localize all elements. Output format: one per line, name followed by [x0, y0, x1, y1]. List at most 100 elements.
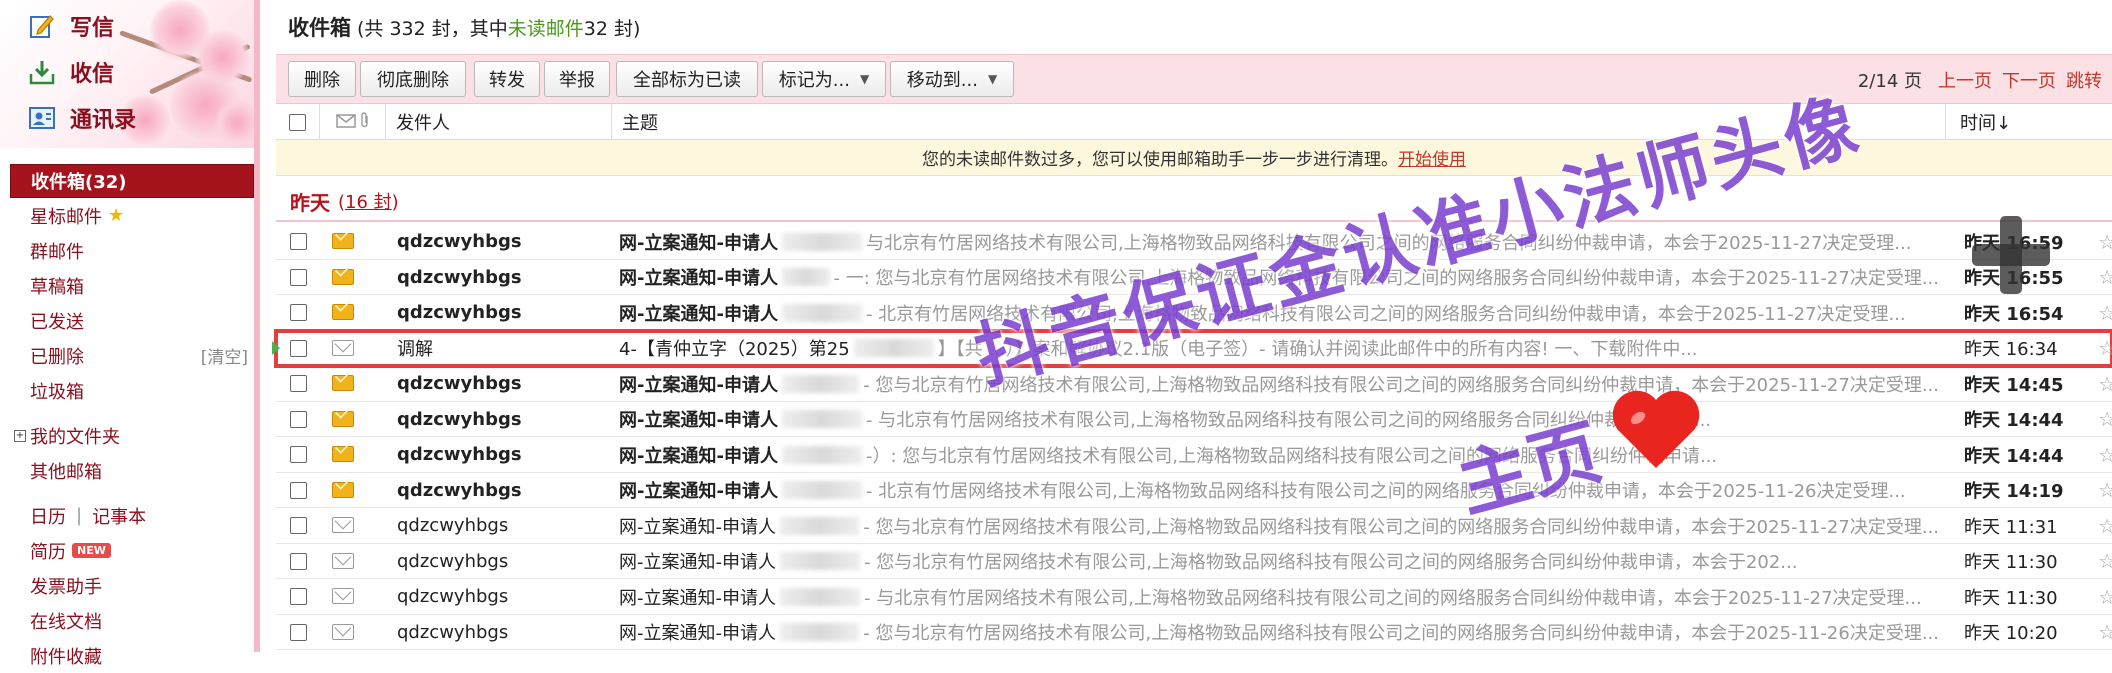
row-time: 昨天 11:30	[1964, 587, 2058, 609]
row-subject-cell[interactable]: 网-立案通知-申请人 - 您与北京有竹居网络技术有限公司,上海格物致品网络科技有限…	[619, 366, 1939, 401]
folder-list: 收件箱(32) 星标邮件 ★ 群邮件 草稿箱 已发送 已删除 [清空] 垃圾箱 + 我…	[10, 164, 254, 673]
mail-row[interactable]: qdzcwyhbgs 网-立案通知-申请人 - 您与北京有竹居网络技术有限公司,上海…	[276, 615, 2112, 650]
mail-row[interactable]: qdzcwyhbgs 网-立案通知-申请人 与北京有竹居网络技术有限公司,上海格物致…	[276, 224, 2112, 260]
permanent-delete-button[interactable]: 彻底删除	[360, 61, 466, 97]
unread-mail-link[interactable]: 未读邮件	[508, 14, 584, 41]
cleanup-notice: 您的未读邮件数过多，您可以使用邮箱助手一步一步进行清理。 开始使用	[276, 140, 2112, 176]
star-outline-icon[interactable]: ☆	[2098, 224, 2112, 259]
time-column-header[interactable]: 时间↓	[1946, 104, 2112, 140]
row-subject: 网-立案通知-申请人	[619, 623, 776, 644]
star-outline-icon[interactable]: ☆	[2098, 437, 2112, 472]
row-subject-cell[interactable]: 网-立案通知-申请人 - 北京有竹居网络技术有限公司,上海格物致品网络科技有限公司…	[619, 295, 1939, 330]
forward-button[interactable]: 转发	[474, 61, 540, 97]
subject-column-header[interactable]: 主题	[612, 104, 1946, 140]
star-outline-icon[interactable]: ☆	[2098, 579, 2112, 614]
row-checkbox[interactable]	[290, 410, 307, 428]
start-cleanup-link[interactable]: 开始使用	[1398, 145, 1466, 170]
star-outline-icon[interactable]: ☆	[2098, 544, 2112, 579]
row-subject-cell[interactable]: 4-【青仲立字（2025）第25 】【共 ...）】案和解协议2.1版（电子签）-…	[619, 331, 1939, 366]
row-subject-cell[interactable]: 网-立案通知-申请人 - 与北京有竹居网络技术有限公司,上海格物致品网络科技有限公…	[619, 402, 1939, 437]
star-outline-icon[interactable]: ☆	[2098, 260, 2112, 295]
row-checkbox[interactable]	[290, 552, 307, 570]
row-subject-cell[interactable]: 网-立案通知-申请人 - 您与北京有竹居网络技术有限公司,上海格物致品网络科技有限…	[619, 544, 1939, 579]
next-page-link[interactable]: 下一页	[2002, 67, 2056, 93]
invoice-assistant-link[interactable]: 发票助手	[10, 568, 254, 603]
row-checkbox[interactable]	[290, 588, 307, 605]
mail-row[interactable]: qdzcwyhbgs 网-立案通知-申请人 - 您与北京有竹居网络技术有限公司,上海…	[276, 508, 2112, 544]
unread-envelope-icon	[332, 375, 354, 391]
mark-as-dropdown[interactable]: 标记为... ▼	[762, 61, 886, 97]
mail-row[interactable]: qdzcwyhbgs 网-立案通知-申请人 - 您与北京有竹居网络技术有限公司,上海…	[276, 544, 2112, 579]
row-subject-cell[interactable]: 网-立案通知-申请人 与北京有竹居网络技术有限公司,上海格物致品网络科技有限公司之…	[619, 224, 1939, 259]
mail-row[interactable]: qdzcwyhbgs 网-立案通知-申请人 - 与北京有竹居网络技术有限公司,上海格…	[276, 402, 2112, 437]
star-outline-icon[interactable]: ☆	[2098, 402, 2112, 437]
folder-my-folders[interactable]: + 我的文件夹	[10, 418, 254, 453]
row-subject-cell[interactable]: 网-立案通知-申请人 - 与北京有竹居网络技术有限公司,上海格物致品网络科技有限公…	[619, 579, 1939, 614]
row-subject-cell[interactable]: 网-立案通知-申请人 - 您与北京有竹居网络技术有限公司,上海格物致品网络科技有限…	[619, 508, 1939, 543]
star-outline-icon[interactable]: ☆	[2098, 331, 2112, 366]
online-docs-link[interactable]: 在线文档	[10, 603, 254, 638]
from-column-header[interactable]: 发件人	[386, 104, 612, 140]
compose-button[interactable]: 写信	[28, 8, 114, 44]
notes-link[interactable]: 记事本	[92, 503, 146, 529]
row-checkbox[interactable]	[290, 517, 307, 534]
row-sender: qdzcwyhbgs	[397, 515, 509, 536]
mail-row[interactable]: 调解 4-【青仲立字（2025）第25 】【共 ...）】案和解协议2.1版（电子签…	[272, 328, 2112, 368]
row-checkbox[interactable]	[290, 375, 307, 392]
group-count-link[interactable]: 16 封	[345, 192, 392, 213]
invoice-label: 发票助手	[30, 576, 102, 598]
delete-button[interactable]: 删除	[288, 61, 356, 97]
select-all-checkbox[interactable]	[289, 113, 306, 131]
mail-row[interactable]: qdzcwyhbgs 网-立案通知-申请人 - 北京有竹居网络技术有限公司,上海格物…	[276, 295, 2112, 331]
attachments-link[interactable]: 附件收藏	[10, 638, 254, 673]
unread-envelope-icon	[332, 446, 354, 462]
expand-plus-icon[interactable]: +	[14, 429, 26, 442]
folder-starred[interactable]: 星标邮件 ★	[10, 198, 254, 233]
mail-row[interactable]: qdzcwyhbgs 网-立案通知-申请人 - 一: 您与北京有竹居网络技术有限公司…	[276, 260, 2112, 295]
star-outline-icon[interactable]: ☆	[2098, 295, 2112, 330]
clear-trash-link[interactable]: [清空]	[201, 343, 248, 368]
star-outline-icon[interactable]: ☆	[2098, 473, 2112, 508]
row-preview: -）: 您与北京有竹居网络技术有限公司,上海格物致品网络科技有限公司之间的网络服…	[865, 445, 1718, 467]
mail-row[interactable]: qdzcwyhbgs 网-立案通知-申请人 - 与北京有竹居网络技术有限公司,上海格…	[276, 579, 2112, 615]
folder-group[interactable]: 群邮件	[10, 233, 254, 268]
row-subject-cell[interactable]: 网-立案通知-申请人 - 北京有竹居网络技术有限公司,上海格物致品网络科技有限公司…	[619, 473, 1939, 508]
folder-inbox[interactable]: 收件箱(32)	[10, 164, 254, 198]
row-subject-cell[interactable]: 网-立案通知-申请人 - 一: 您与北京有竹居网络技术有限公司,上海格物致品网络科…	[619, 260, 1939, 295]
mail-row[interactable]: qdzcwyhbgs 网-立案通知-申请人 -）: 您与北京有竹居网络技术有限公司,…	[276, 437, 2112, 473]
star-outline-icon[interactable]: ☆	[2098, 508, 2112, 543]
row-checkbox[interactable]	[290, 446, 307, 463]
jump-page-link[interactable]: 跳转	[2066, 67, 2102, 93]
move-to-dropdown[interactable]: 移动到... ▼	[890, 61, 1014, 97]
star-outline-icon[interactable]: ☆	[2098, 615, 2112, 650]
row-preview: - 北京有竹居网络技术有限公司,上海格物致品网络科技有限公司之间的网络服务合同纠…	[865, 303, 1906, 325]
row-checkbox[interactable]	[290, 481, 307, 499]
calendar-link[interactable]: 日历	[30, 503, 66, 529]
row-checkbox[interactable]	[290, 268, 307, 286]
row-checkbox[interactable]	[290, 233, 307, 250]
redacted-blur	[781, 268, 830, 286]
row-checkbox[interactable]	[290, 304, 307, 321]
mail-row[interactable]: qdzcwyhbgs 网-立案通知-申请人 - 您与北京有竹居网络技术有限公司,上海…	[276, 366, 2112, 402]
resume-link[interactable]: 简历 NEW	[10, 533, 254, 568]
folder-drafts[interactable]: 草稿箱	[10, 268, 254, 303]
folder-spam[interactable]: 垃圾箱	[10, 373, 254, 408]
forward-label: 转发	[489, 70, 525, 91]
inbox-nav-button[interactable]: 收信	[28, 54, 114, 90]
time-column-label: 时间↓	[1960, 113, 2012, 134]
folder-deleted[interactable]: 已删除 [清空]	[10, 338, 254, 373]
mark-all-read-button[interactable]: 全部标为已读	[616, 61, 758, 97]
star-outline-icon[interactable]: ☆	[2098, 366, 2112, 401]
folder-other-mailbox[interactable]: 其他邮箱	[10, 453, 254, 488]
row-subject-cell[interactable]: 网-立案通知-申请人 - 您与北京有竹居网络技术有限公司,上海格物致品网络科技有限…	[619, 615, 1939, 650]
folder-sent[interactable]: 已发送	[10, 303, 254, 338]
prev-page-link[interactable]: 上一页	[1938, 67, 1992, 93]
mail-row[interactable]: qdzcwyhbgs 网-立案通知-申请人 - 北京有竹居网络技术有限公司,上海格物…	[276, 473, 2112, 508]
row-subject-cell[interactable]: 网-立案通知-申请人 -）: 您与北京有竹居网络技术有限公司,上海格物致品网络科技…	[619, 437, 1939, 472]
contacts-button[interactable]: 通讯录	[28, 100, 136, 136]
row-checkbox[interactable]	[290, 623, 307, 641]
row-sender: qdzcwyhbgs	[397, 373, 522, 394]
row-checkbox[interactable]	[290, 339, 307, 357]
report-button[interactable]: 举报	[544, 61, 610, 97]
